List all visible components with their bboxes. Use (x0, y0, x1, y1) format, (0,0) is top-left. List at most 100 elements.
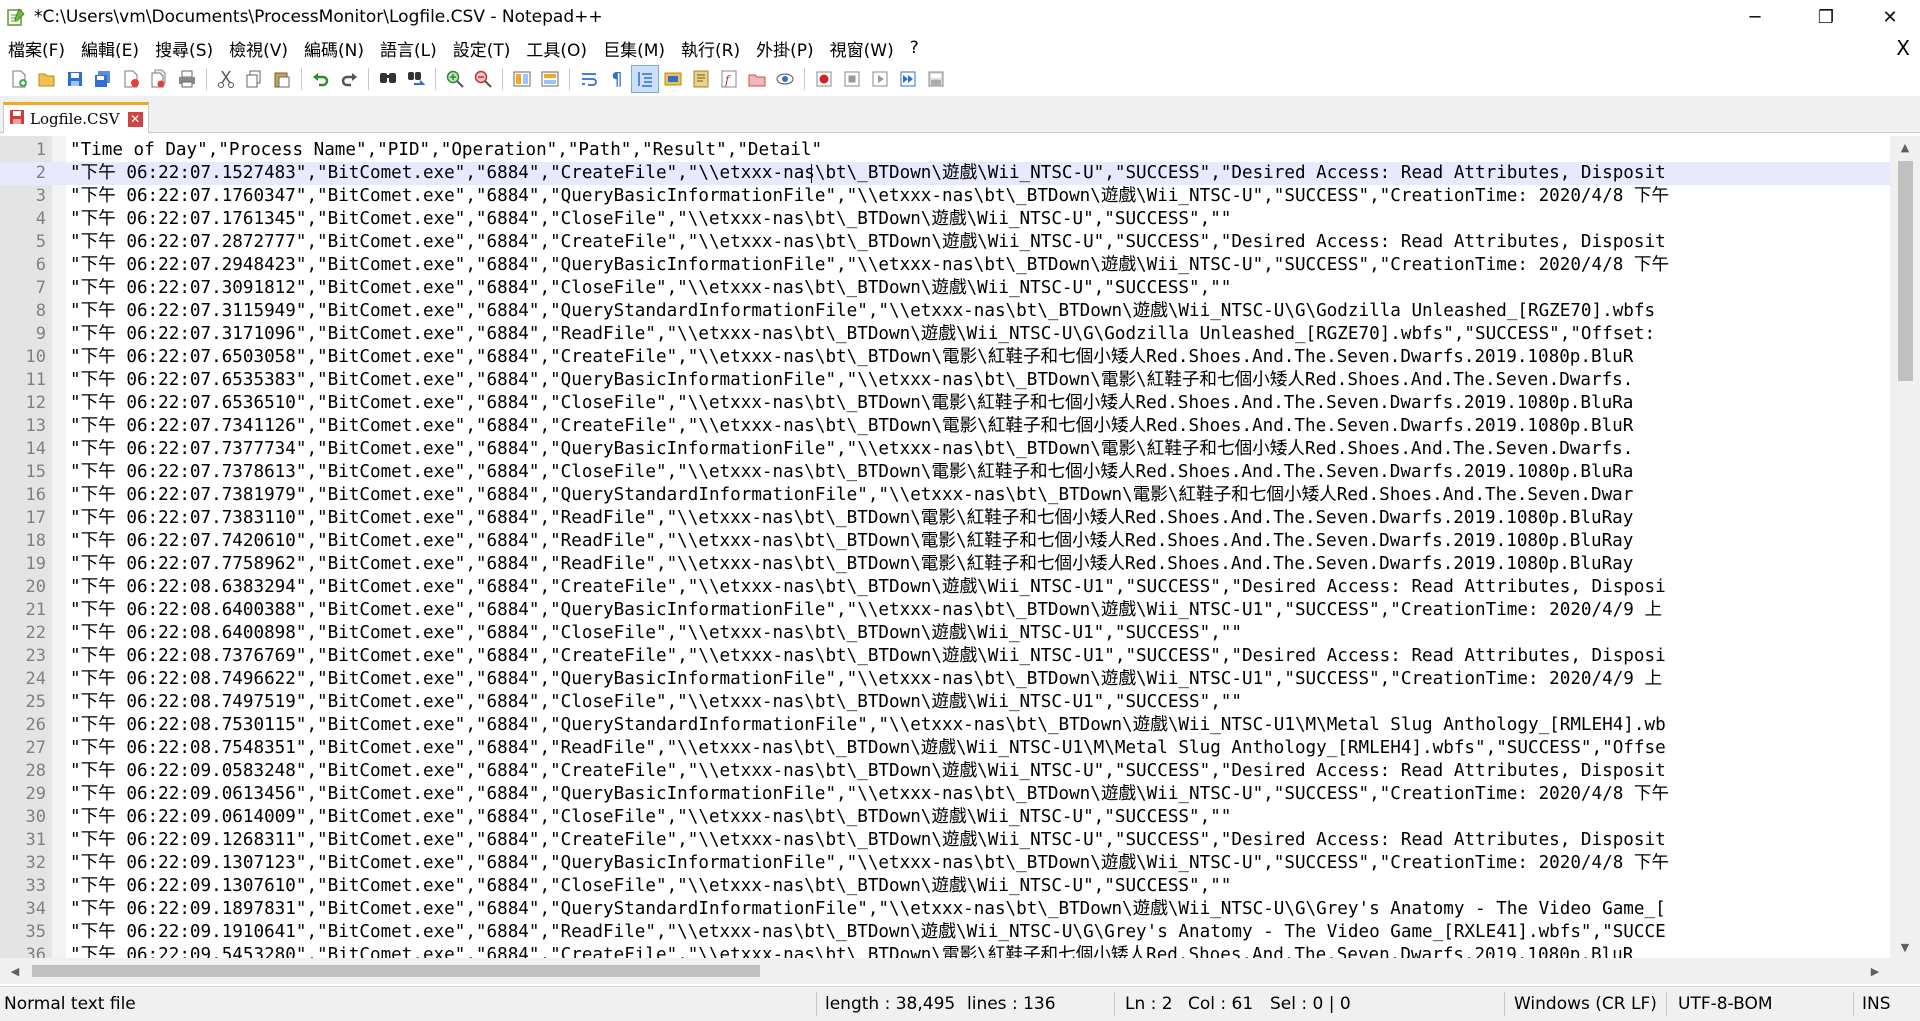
menu-search[interactable]: 搜尋(S) (147, 36, 221, 61)
editor-line[interactable]: 12 "下午 06:22:07.6536510","BitComet.exe","… (0, 392, 1890, 415)
editor-line[interactable]: 19 "下午 06:22:07.7758962","BitComet.exe","… (0, 553, 1890, 576)
open-file-icon[interactable] (33, 65, 61, 93)
menu-encoding[interactable]: 編碼(N) (296, 36, 372, 61)
scroll-up-icon[interactable]: ▲ (1890, 136, 1920, 158)
editor-line[interactable]: 20 "下午 06:22:08.6383294","BitComet.exe","… (0, 576, 1890, 599)
word-wrap-icon[interactable] (575, 65, 603, 93)
line-text[interactable]: "下午 06:22:09.1268311","BitComet.exe","68… (70, 829, 1666, 852)
close-all-icon[interactable] (145, 65, 173, 93)
text-editor[interactable]: 1 "Time of Day","Process Name","PID","Ope… (0, 136, 1890, 958)
status-encoding[interactable]: UTF-8-BOM (1678, 987, 1773, 1021)
line-text[interactable]: "下午 06:22:08.7376769","BitComet.exe","68… (70, 645, 1666, 668)
zoom-out-icon[interactable] (469, 65, 497, 93)
editor-line[interactable]: 15 "下午 06:22:07.7378613","BitComet.exe","… (0, 461, 1890, 484)
editor-line[interactable]: 9 "下午 06:22:07.3171096","BitComet.exe","6… (0, 323, 1890, 346)
new-file-icon[interactable] (5, 65, 33, 93)
scroll-left-icon[interactable]: ◀ (0, 958, 30, 984)
editor-line[interactable]: 24 "下午 06:22:08.7496622","BitComet.exe","… (0, 668, 1890, 691)
editor-line[interactable]: 33 "下午 06:22:09.1307610","BitComet.exe","… (0, 875, 1890, 898)
line-text[interactable]: "下午 06:22:07.7341126","BitComet.exe","68… (70, 415, 1633, 438)
menu-tools[interactable]: 工具(O) (518, 36, 595, 61)
editor-line[interactable]: 36 "下午 06:22:09.5453280","BitComet.exe","… (0, 944, 1890, 958)
editor-line[interactable]: 8 "下午 06:22:07.3115949","BitComet.exe","6… (0, 300, 1890, 323)
editor-line[interactable]: 14 "下午 06:22:07.7377734","BitComet.exe","… (0, 438, 1890, 461)
sync-vertical-icon[interactable] (508, 65, 536, 93)
line-text[interactable]: "下午 06:22:08.7496622","BitComet.exe","68… (70, 668, 1662, 691)
editor-line[interactable]: 7 "下午 06:22:07.3091812","BitComet.exe","6… (0, 277, 1890, 300)
horizontal-scrollbar[interactable]: ◀ ▶ (0, 958, 1890, 984)
line-text[interactable]: "下午 06:22:07.3115949","BitComet.exe","68… (70, 300, 1655, 323)
editor-line[interactable]: 1 "Time of Day","Process Name","PID","Ope… (0, 139, 1890, 162)
stop-recording-icon[interactable] (838, 65, 866, 93)
line-text[interactable]: "下午 06:22:09.1307123","BitComet.exe","68… (70, 852, 1669, 875)
close-document-button[interactable]: X (1896, 36, 1910, 60)
editor-line[interactable]: 11 "下午 06:22:07.6535383","BitComet.exe","… (0, 369, 1890, 392)
editor-line[interactable]: 22 "下午 06:22:08.6400898","BitComet.exe","… (0, 622, 1890, 645)
cut-icon[interactable] (212, 65, 240, 93)
undo-icon[interactable] (307, 65, 335, 93)
tab-close-icon[interactable]: ✕ (127, 111, 143, 127)
line-text[interactable]: "下午 06:22:07.1761345","BitComet.exe","68… (70, 208, 1231, 231)
editor-line[interactable]: 26 "下午 06:22:08.7530115","BitComet.exe","… (0, 714, 1890, 737)
line-text[interactable]: "下午 06:22:07.7378613","BitComet.exe","68… (70, 461, 1633, 484)
editor-line[interactable]: 16 "下午 06:22:07.7381979","BitComet.exe","… (0, 484, 1890, 507)
line-text[interactable]: "下午 06:22:07.1527483","BitComet.exe","68… (70, 162, 1666, 185)
close-window-button[interactable]: ✕ (1860, 0, 1920, 34)
sync-horizontal-icon[interactable] (536, 65, 564, 93)
line-text[interactable]: "下午 06:22:09.0583248","BitComet.exe","68… (70, 760, 1666, 783)
editor-line[interactable]: 27 "下午 06:22:08.7548351","BitComet.exe","… (0, 737, 1890, 760)
replace-icon[interactable] (402, 65, 430, 93)
menu-file[interactable]: 檔案(F) (0, 36, 73, 61)
menu-macro[interactable]: 巨集(M) (595, 36, 673, 61)
menu-language[interactable]: 語言(L) (372, 36, 445, 61)
line-text[interactable]: "下午 06:22:08.6400898","BitComet.exe","68… (70, 622, 1242, 645)
editor-line[interactable]: 13 "下午 06:22:07.7341126","BitComet.exe","… (0, 415, 1890, 438)
save-icon[interactable] (61, 65, 89, 93)
line-text[interactable]: "下午 06:22:07.2948423","BitComet.exe","68… (70, 254, 1669, 277)
save-all-icon[interactable] (89, 65, 117, 93)
menu-settings[interactable]: 設定(T) (445, 36, 519, 61)
folder-workspace-icon[interactable] (743, 65, 771, 93)
status-eol[interactable]: Windows (CR LF) (1514, 987, 1657, 1021)
editor-line[interactable]: 10 "下午 06:22:07.6503058","BitComet.exe","… (0, 346, 1890, 369)
indent-guide-icon[interactable] (631, 65, 659, 93)
editor-line[interactable]: 18 "下午 06:22:07.7420610","BitComet.exe","… (0, 530, 1890, 553)
editor-line[interactable]: 31 "下午 06:22:09.1268311","BitComet.exe","… (0, 829, 1890, 852)
editor-line[interactable]: 21 "下午 06:22:08.6400388","BitComet.exe","… (0, 599, 1890, 622)
tab-logfile-csv[interactable]: Logfile.CSV ✕ (3, 102, 149, 133)
line-text[interactable]: "下午 06:22:07.2872777","BitComet.exe","68… (70, 231, 1666, 254)
playback-macro-icon[interactable] (866, 65, 894, 93)
document-map-icon[interactable] (687, 65, 715, 93)
line-text[interactable]: "下午 06:22:09.0613456","BitComet.exe","68… (70, 783, 1669, 806)
editor-line[interactable]: 30 "下午 06:22:09.0614009","BitComet.exe","… (0, 806, 1890, 829)
close-icon[interactable] (117, 65, 145, 93)
scroll-right-icon[interactable]: ▶ (1860, 958, 1890, 984)
function-list-icon[interactable]: f (715, 65, 743, 93)
editor-line[interactable]: 35 "下午 06:22:09.1910641","BitComet.exe","… (0, 921, 1890, 944)
line-text[interactable]: "Time of Day","Process Name","PID","Oper… (70, 139, 822, 162)
editor-line[interactable]: 2 "下午 06:22:07.1527483","BitComet.exe","6… (0, 162, 1890, 185)
menu-edit[interactable]: 編輯(E) (73, 36, 147, 61)
line-text[interactable]: "下午 06:22:08.6383294","BitComet.exe","68… (70, 576, 1666, 599)
editor-line[interactable]: 23 "下午 06:22:08.7376769","BitComet.exe","… (0, 645, 1890, 668)
line-text[interactable]: "下午 06:22:07.7420610","BitComet.exe","68… (70, 530, 1633, 553)
line-text[interactable]: "下午 06:22:08.6400388","BitComet.exe","68… (70, 599, 1662, 622)
line-text[interactable]: "下午 06:22:07.3091812","BitComet.exe","68… (70, 277, 1231, 300)
menu-window[interactable]: 視窗(W) (822, 36, 902, 61)
editor-line[interactable]: 25 "下午 06:22:08.7497519","BitComet.exe","… (0, 691, 1890, 714)
horizontal-scroll-thumb[interactable] (32, 965, 760, 977)
minimize-button[interactable]: ─ (1718, 0, 1792, 34)
show-all-characters-icon[interactable]: ¶ (603, 65, 631, 93)
editor-line[interactable]: 29 "下午 06:22:09.0613456","BitComet.exe","… (0, 783, 1890, 806)
save-macro-icon[interactable] (922, 65, 950, 93)
line-text[interactable]: "下午 06:22:07.7381979","BitComet.exe","68… (70, 484, 1633, 507)
vertical-scrollbar[interactable]: ▲ ▼ (1890, 136, 1920, 958)
editor-line[interactable]: 17 "下午 06:22:07.7383110","BitComet.exe","… (0, 507, 1890, 530)
zoom-in-icon[interactable] (441, 65, 469, 93)
line-text[interactable]: "下午 06:22:09.5453280","BitComet.exe","68… (70, 944, 1633, 958)
line-text[interactable]: "下午 06:22:07.3171096","BitComet.exe","68… (70, 323, 1655, 346)
editor-line[interactable]: 28 "下午 06:22:09.0583248","BitComet.exe","… (0, 760, 1890, 783)
redo-icon[interactable] (335, 65, 363, 93)
paste-icon[interactable] (268, 65, 296, 93)
vertical-scroll-thumb[interactable] (1898, 161, 1913, 381)
